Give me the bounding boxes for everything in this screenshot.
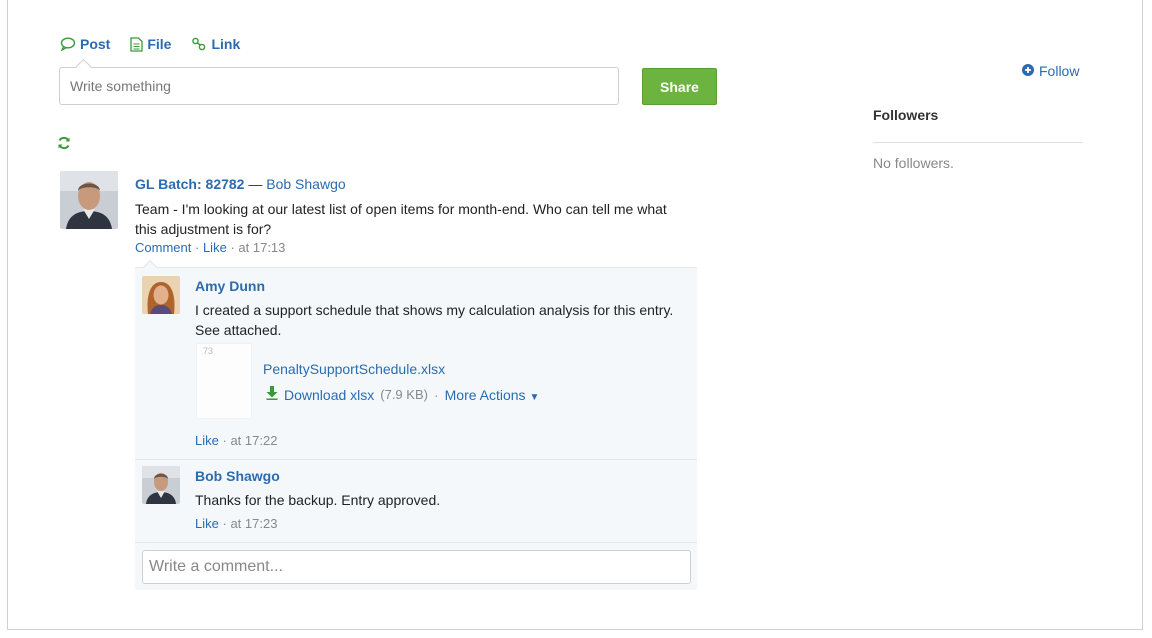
comment-timestamp: at 17:23 xyxy=(230,516,278,531)
attachment-actions: Download xlsx (7.9 KB) · More Actions ▼ xyxy=(266,386,539,403)
tab-post[interactable]: Post xyxy=(60,36,110,52)
post-author-link[interactable]: Bob Shawgo xyxy=(266,176,345,192)
post-body: Team - I'm looking at our latest list of… xyxy=(135,201,667,237)
follow-button[interactable]: Follow xyxy=(1022,63,1079,79)
sidebar-divider xyxy=(873,142,1083,143)
comment-divider xyxy=(135,459,697,460)
share-button[interactable]: Share xyxy=(642,68,717,105)
download-link[interactable]: Download xlsx xyxy=(284,387,374,403)
post-composer-input[interactable] xyxy=(59,67,619,105)
plus-circle-icon xyxy=(1022,63,1034,79)
more-actions-label: More Actions xyxy=(444,386,526,403)
like-link[interactable]: Like xyxy=(203,240,227,255)
follow-label: Follow xyxy=(1039,63,1080,79)
avatar[interactable] xyxy=(60,171,118,229)
comment-author-link[interactable]: Amy Dunn xyxy=(195,278,265,294)
comment-input[interactable] xyxy=(142,550,691,584)
avatar[interactable] xyxy=(142,466,180,504)
caret-down-icon: ▼ xyxy=(529,391,540,403)
comment-author-link[interactable]: Bob Shawgo xyxy=(195,468,280,484)
meta-separator: · xyxy=(194,240,200,255)
post-header: GL Batch: 82782 — Bob Shawgo xyxy=(135,176,346,192)
publisher-tabs: Post File Link xyxy=(60,36,240,52)
thumbnail-text: 73 xyxy=(203,346,214,356)
more-actions-dropdown[interactable]: More Actions ▼ xyxy=(445,387,540,403)
tab-post-label: Post xyxy=(80,36,111,52)
no-followers-text: No followers. xyxy=(873,155,954,171)
refresh-icon[interactable] xyxy=(57,136,71,153)
meta-separator: · xyxy=(222,516,227,531)
tab-link-label: Link xyxy=(211,36,241,52)
tab-file-label: File xyxy=(147,36,172,52)
post-actions: Comment · Like · at 17:13 xyxy=(135,240,285,255)
record-link[interactable]: GL Batch: 82782 xyxy=(135,176,244,192)
post-timestamp: at 17:13 xyxy=(238,240,286,255)
title-separator: — xyxy=(248,176,263,192)
document-icon xyxy=(130,36,143,52)
comment-body: Thanks for the backup. Entry approved. xyxy=(195,492,441,508)
tab-file[interactable]: File xyxy=(130,36,171,52)
comment-actions: Like · at 17:23 xyxy=(195,516,277,531)
avatar[interactable] xyxy=(142,276,180,314)
comment-divider xyxy=(135,542,697,543)
download-arrow-icon[interactable] xyxy=(266,386,278,403)
file-thumbnail[interactable]: 73 xyxy=(196,343,252,419)
file-size: (7.9 KB) xyxy=(380,387,428,402)
like-link[interactable]: Like xyxy=(195,433,219,448)
speech-bubble-icon xyxy=(60,37,76,51)
comment-actions: Like · at 17:22 xyxy=(195,433,277,448)
link-icon xyxy=(191,37,207,51)
meta-separator: · xyxy=(222,433,227,448)
meta-separator: · xyxy=(433,386,439,403)
tab-link[interactable]: Link xyxy=(191,36,240,52)
meta-separator: · xyxy=(230,240,235,255)
followers-heading: Followers xyxy=(873,107,939,123)
like-link[interactable]: Like xyxy=(195,516,219,531)
comment-timestamp: at 17:22 xyxy=(230,433,278,448)
comment-body: I created a support schedule that shows … xyxy=(195,302,674,338)
attachment-file-link[interactable]: PenaltySupportSchedule.xlsx xyxy=(263,361,445,377)
comment-link[interactable]: Comment xyxy=(135,240,191,255)
